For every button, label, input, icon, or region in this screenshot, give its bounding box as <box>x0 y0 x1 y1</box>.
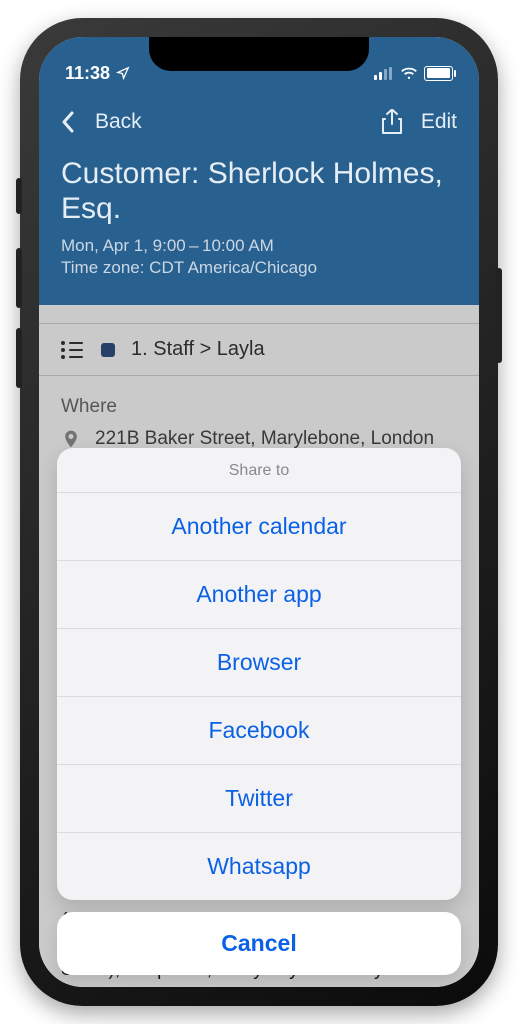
battery-icon <box>424 66 453 81</box>
wifi-icon <box>400 67 418 80</box>
volume-up-button <box>16 248 22 308</box>
notch <box>149 37 369 71</box>
signal-icon <box>374 67 394 80</box>
screen: 11:38 Back Edit <box>39 37 479 987</box>
event-datetime: Mon, Apr 1, 9:00 – 10:00 AM <box>61 236 457 256</box>
location-arrow-icon <box>116 66 130 80</box>
share-button[interactable] <box>381 109 403 135</box>
silence-switch <box>16 178 22 214</box>
power-button <box>496 268 502 363</box>
status-time: 11:38 <box>65 63 110 84</box>
share-cancel-button[interactable]: Cancel <box>57 912 461 975</box>
back-label: Back <box>95 110 142 134</box>
phone-frame: 11:38 Back Edit <box>20 18 498 1006</box>
share-action-sheet: Share to Another calendar Another app Br… <box>57 448 461 975</box>
event-timezone: Time zone: CDT America/Chicago <box>61 258 457 278</box>
share-icon <box>381 109 403 135</box>
share-sheet-group: Share to Another calendar Another app Br… <box>57 448 461 900</box>
share-option-browser[interactable]: Browser <box>57 628 461 696</box>
volume-down-button <box>16 328 22 388</box>
share-option-whatsapp[interactable]: Whatsapp <box>57 832 461 900</box>
share-sheet-title: Share to <box>57 448 461 492</box>
share-option-twitter[interactable]: Twitter <box>57 764 461 832</box>
share-option-another-app[interactable]: Another app <box>57 560 461 628</box>
chevron-left-icon <box>61 111 75 133</box>
edit-button[interactable]: Edit <box>421 110 457 134</box>
share-option-another-calendar[interactable]: Another calendar <box>57 492 461 560</box>
share-option-facebook[interactable]: Facebook <box>57 696 461 764</box>
event-title: Customer: Sherlock Holmes, Esq. <box>61 157 457 226</box>
back-button[interactable]: Back <box>61 110 142 134</box>
